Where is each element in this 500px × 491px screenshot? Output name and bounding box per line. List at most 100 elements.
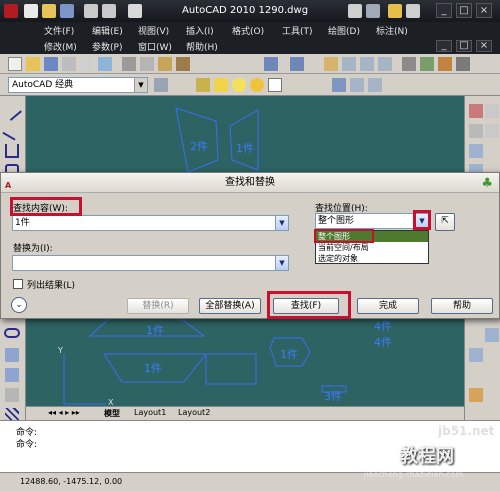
help-icon[interactable]	[406, 4, 420, 18]
layer-walk-icon[interactable]	[368, 78, 382, 92]
trim-icon[interactable]	[485, 124, 499, 138]
redo-icon[interactable]	[102, 4, 116, 18]
match-properties-icon[interactable]	[176, 57, 190, 71]
make-block-icon[interactable]	[5, 368, 19, 382]
tools-icon[interactable]	[366, 4, 380, 18]
zoom-previous-icon[interactable]	[378, 57, 392, 71]
option-entire-drawing[interactable]: 整个图形	[316, 231, 428, 242]
menu-edit[interactable]: 编辑(E)	[92, 24, 123, 37]
copy-object-icon[interactable]	[469, 124, 483, 138]
fillet-icon[interactable]	[485, 328, 499, 342]
menu-window[interactable]: 窗口(W)	[138, 40, 172, 53]
chevron-down-icon[interactable]: ▼	[134, 78, 147, 92]
chevron-down-icon[interactable]: ▼	[275, 256, 288, 270]
undo-icon[interactable]	[84, 4, 98, 18]
properties-icon[interactable]	[402, 57, 416, 71]
dialog-title-bar[interactable]: A 查找和替换 ♣	[1, 173, 499, 193]
doc-minimize-button[interactable]: _	[436, 40, 452, 52]
pan-icon[interactable]	[324, 57, 338, 71]
tab-layout2[interactable]: Layout2	[178, 408, 210, 417]
replace-all-button[interactable]: 全部替换(A)	[199, 298, 261, 314]
sun-icon[interactable]	[250, 78, 264, 92]
doc-restore-button[interactable]: □	[456, 40, 472, 52]
doc-close-button[interactable]: ×	[476, 40, 492, 52]
chevron-down-icon[interactable]: ▼	[415, 214, 428, 228]
menu-view[interactable]: 视图(V)	[138, 24, 169, 37]
calculator-icon[interactable]	[456, 57, 470, 71]
maximize-button[interactable]: □	[456, 3, 472, 18]
menu-format[interactable]: 格式(O)	[232, 24, 264, 37]
option-selected-objects[interactable]: 选定的对象	[316, 253, 428, 264]
find-what-value: 1件	[15, 218, 30, 228]
find-button[interactable]: 查找(F)	[273, 298, 339, 314]
stretch-icon[interactable]	[485, 104, 499, 118]
open-file-icon[interactable]	[26, 57, 40, 71]
design-center-icon[interactable]	[420, 57, 434, 71]
menu-draw[interactable]: 绘图(D)	[328, 24, 360, 37]
tool-palettes-icon[interactable]	[438, 57, 452, 71]
plot-icon[interactable]	[62, 57, 76, 71]
preview-icon[interactable]	[80, 57, 94, 71]
expand-options-icon[interactable]: ⌄	[11, 297, 27, 313]
mirror-icon[interactable]	[469, 144, 483, 158]
menu-insert[interactable]: 插入(I)	[186, 24, 214, 37]
star-icon[interactable]	[388, 4, 402, 18]
insert-block-icon[interactable]	[5, 348, 19, 362]
layer-state-icon[interactable]	[214, 78, 228, 92]
tab-layout1[interactable]: Layout1	[134, 408, 166, 417]
erase-icon[interactable]	[469, 104, 483, 118]
point-icon[interactable]	[5, 388, 19, 402]
open-icon[interactable]	[42, 4, 56, 18]
find-where-value: 整个图形	[318, 216, 355, 226]
option-current-space[interactable]: 当前空间/布局	[316, 242, 428, 253]
publish-icon[interactable]	[98, 57, 112, 71]
zoom-window-icon[interactable]	[360, 57, 374, 71]
layer-previous-icon[interactable]	[332, 78, 346, 92]
zoom-realtime-icon[interactable]	[342, 57, 356, 71]
chevron-down-icon[interactable]: ▼	[275, 216, 288, 230]
list-results-checkbox[interactable]	[13, 279, 23, 289]
menu-modify[interactable]: 修改(M)	[44, 40, 77, 53]
polyline-icon[interactable]	[5, 144, 19, 158]
replace-with-input[interactable]: ▼	[12, 255, 289, 271]
new-icon[interactable]	[8, 57, 22, 71]
save-file-icon[interactable]	[44, 57, 58, 71]
done-button[interactable]: 完成	[357, 298, 419, 314]
workspace-dropdown[interactable]: AutoCAD 经典 ▼	[8, 77, 148, 93]
close-button[interactable]: ×	[476, 3, 492, 18]
tab-model[interactable]: 模型	[104, 408, 120, 419]
select-objects-button[interactable]: ⇱	[435, 213, 455, 231]
print-icon[interactable]	[128, 4, 142, 18]
save-icon[interactable]	[60, 4, 74, 18]
chamfer-icon[interactable]	[469, 348, 483, 362]
paste-icon[interactable]	[158, 57, 172, 71]
ellipse-icon[interactable]	[4, 328, 20, 338]
new-file-icon[interactable]	[24, 4, 38, 18]
find-what-input[interactable]: 1件 ▼	[12, 215, 289, 231]
minimize-button[interactable]: _	[436, 3, 452, 18]
layer-manager-icon[interactable]	[196, 78, 210, 92]
redo-tool-icon[interactable]	[290, 57, 304, 71]
search-help-icon[interactable]	[348, 4, 362, 18]
lightbulb-icon[interactable]	[232, 78, 246, 92]
help-button[interactable]: 帮助	[431, 298, 493, 314]
cut-icon[interactable]	[122, 57, 136, 71]
find-where-select[interactable]: 整个图形 ▼	[315, 213, 429, 229]
find-what-label: 查找内容(W):	[13, 204, 68, 214]
menu-help[interactable]: 帮助(H)	[186, 40, 218, 53]
construction-line-icon[interactable]	[2, 121, 22, 141]
tab-nav-arrows[interactable]: ◂◂ ◂ ▸ ▸▸	[48, 408, 80, 417]
layer-isolate-icon[interactable]	[350, 78, 364, 92]
menu-parametric[interactable]: 参数(P)	[92, 40, 122, 53]
copy-icon[interactable]	[140, 57, 154, 71]
autocad-logo-icon[interactable]	[4, 4, 18, 18]
menu-dimension[interactable]: 标注(N)	[376, 24, 408, 37]
undo-tool-icon[interactable]	[264, 57, 278, 71]
workspace-settings-icon[interactable]	[154, 78, 168, 92]
line-icon[interactable]	[2, 101, 22, 121]
menu-file[interactable]: 文件(F)	[44, 24, 74, 37]
explode-icon[interactable]	[469, 388, 483, 402]
menu-tools[interactable]: 工具(T)	[282, 24, 313, 37]
replace-button[interactable]: 替换(R)	[127, 298, 189, 314]
layer-color-icon[interactable]	[268, 78, 282, 92]
